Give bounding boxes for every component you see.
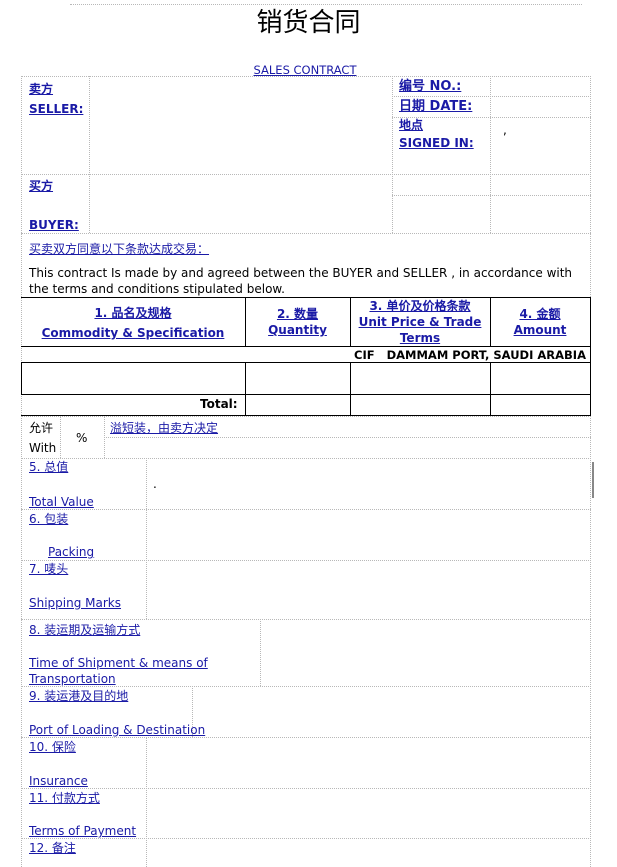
top-rule <box>70 4 582 5</box>
column-header-amount-en: Amount <box>513 323 567 337</box>
column-header-amount-cn: 4. 金额 <box>519 307 561 321</box>
cursor-bar <box>592 462 594 498</box>
grid-line <box>490 76 491 233</box>
document-subtitle: SALES CONTRACT <box>253 63 357 77</box>
column-header-commodity-cn: 1. 品名及规格 <box>94 306 172 320</box>
grid-line <box>260 619 261 686</box>
grid-line <box>392 96 591 97</box>
seller-label-en: SELLER: <box>29 102 84 116</box>
table-border <box>21 394 591 395</box>
table-border <box>590 297 591 415</box>
grid-line <box>21 458 591 459</box>
packing-label-en: Packing <box>48 545 95 559</box>
grid-line <box>392 195 591 196</box>
contract-no-label: 编号 NO.: <box>399 79 462 94</box>
insurance-label-cn: 10. 保险 <box>29 740 76 754</box>
grid-line <box>146 737 147 867</box>
table-border <box>21 415 591 416</box>
table-border <box>245 362 246 415</box>
grid-line <box>21 838 591 839</box>
agreement-text-cn: 买卖双方同意以下条款达成交易： <box>29 242 210 256</box>
grid-line <box>21 233 591 234</box>
table-border <box>21 346 591 347</box>
packing-label-cn: 6. 包装 <box>29 512 69 526</box>
total-value-label-cn: 5. 总值 <box>29 460 69 474</box>
column-header-unit-price-en2: Terms <box>399 331 441 345</box>
total-value-label-en: Total Value <box>29 495 94 509</box>
agreement-text-en: This contract Is made by and agreed betw… <box>29 266 573 296</box>
payment-label-cn: 11. 付款方式 <box>29 791 100 805</box>
document-title: 销货合同 <box>256 8 361 38</box>
grid-line <box>21 619 591 620</box>
table-border <box>21 362 22 394</box>
grid-line <box>104 437 591 438</box>
shipping-marks-label-cn: 7. 唛头 <box>29 562 69 576</box>
insurance-label-en: Insurance <box>29 774 88 788</box>
column-header-unit-price-cn: 3. 单价及价格条款 <box>369 299 471 313</box>
grid-line <box>146 458 147 619</box>
table-border <box>245 297 246 346</box>
grid-line <box>21 560 591 561</box>
grid-line <box>392 76 393 233</box>
buyer-label-en: BUYER: <box>29 218 79 232</box>
loading-label-en: Port of Loading & Destination <box>29 723 206 737</box>
grid-line <box>21 509 591 510</box>
grid-line <box>60 416 61 458</box>
payment-label-en: Terms of Payment <box>29 824 137 838</box>
date-label: 日期 DATE: <box>399 99 473 114</box>
table-border <box>350 362 351 415</box>
grid-line <box>21 174 591 175</box>
table-border <box>21 297 591 298</box>
grid-line <box>104 416 105 458</box>
table-border <box>21 362 591 363</box>
total-value-field[interactable]: . <box>153 477 157 491</box>
table-border <box>490 297 491 346</box>
grid-line <box>21 788 591 789</box>
grid-line <box>590 76 591 867</box>
allowance-label-cn: 允许 <box>29 421 54 435</box>
signed-in-value[interactable]: , <box>503 123 507 137</box>
buyer-label-cn: 买方 <box>29 179 54 193</box>
column-header-quantity-en: Quantity <box>268 323 327 337</box>
shipment-label-cn: 8. 装运期及运输方式 <box>29 623 141 637</box>
grid-line <box>21 76 22 867</box>
shipment-label-en-2: Transportation <box>29 672 116 686</box>
loading-label-cn: 9. 装运港及目的地 <box>29 689 129 703</box>
signed-in-label-en: SIGNED IN: <box>399 136 474 150</box>
allowance-label-en: With <box>29 441 57 455</box>
shipping-marks-label-en: Shipping Marks <box>29 596 122 610</box>
grid-line <box>21 737 591 738</box>
signed-in-label-cn: 地点 <box>399 118 424 132</box>
percent-sign: % <box>76 431 88 445</box>
trade-terms: CIF DAMMAM PORT, SAUDI ARABIA <box>354 348 586 362</box>
grid-line <box>89 76 90 233</box>
shipment-label-en-1: Time of Shipment & means of <box>29 656 208 670</box>
overshort-clause: 溢短装，由卖方决定 <box>110 421 219 435</box>
grid-line <box>21 686 591 687</box>
seller-label-cn: 卖方 <box>29 82 54 96</box>
column-header-quantity-cn: 2. 数量 <box>276 307 319 321</box>
table-border <box>490 362 491 415</box>
remarks-label-cn: 12. 备注 <box>29 841 76 855</box>
grid-line <box>21 416 591 417</box>
column-header-unit-price-en: Unit Price & Trade <box>358 315 482 329</box>
total-label: Total: <box>200 397 238 411</box>
column-header-commodity-en: Commodity & Specification <box>41 326 225 340</box>
